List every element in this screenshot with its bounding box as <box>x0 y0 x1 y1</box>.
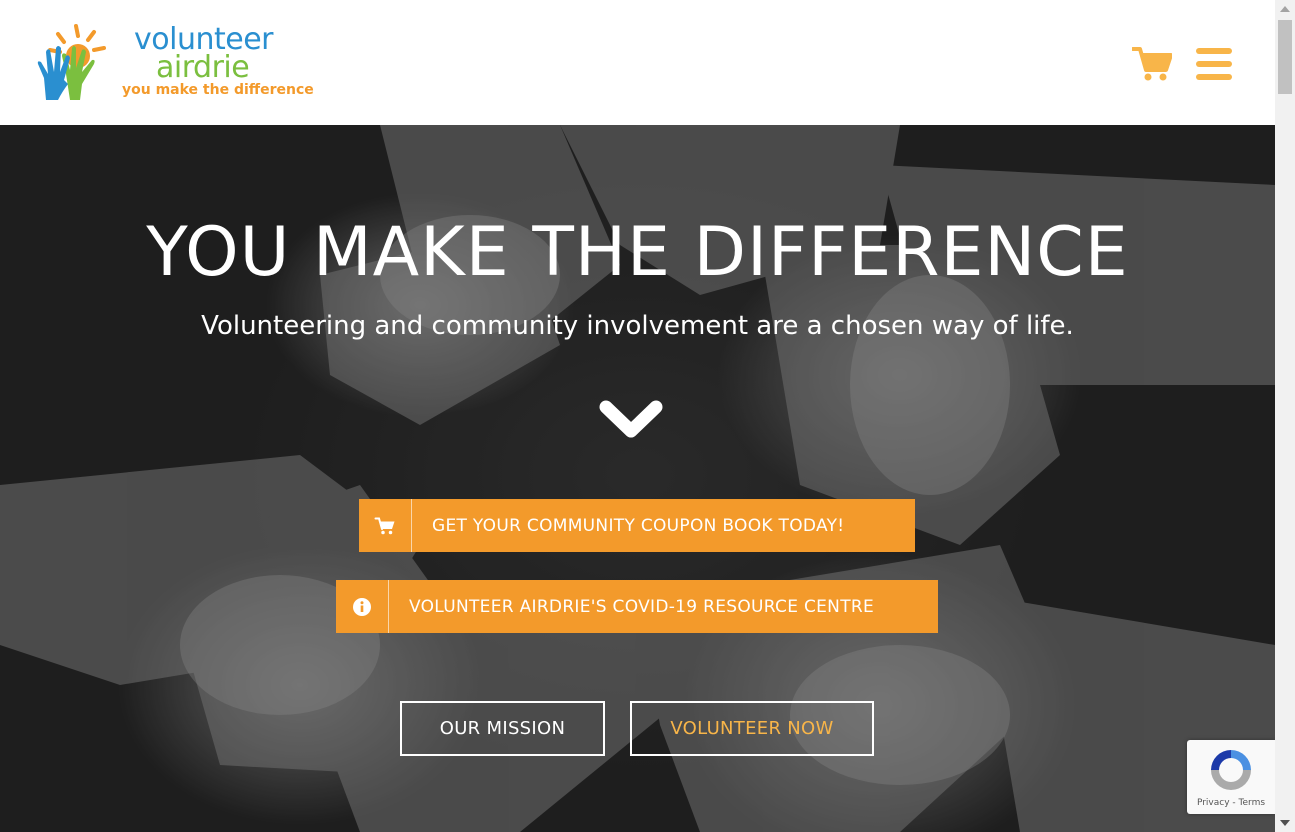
recaptcha-links: Privacy - Terms <box>1187 798 1275 808</box>
hero-section: YOU MAKE THE DIFFERENCE Volunteering and… <box>0 125 1275 832</box>
our-mission-button[interactable]: OUR MISSION <box>400 701 605 756</box>
coupon-book-label: GET YOUR COMMUNITY COUPON BOOK TODAY! <box>432 515 845 536</box>
shopping-cart-icon <box>359 499 412 552</box>
site-header: volunteer airdrie you make the differenc… <box>0 0 1275 125</box>
recaptcha-logo-icon <box>1211 750 1251 790</box>
scroll-down-arrow-icon[interactable] <box>1280 820 1290 826</box>
logo-tagline: you make the difference <box>122 82 314 98</box>
site-logo[interactable]: volunteer airdrie you make the differenc… <box>36 22 314 104</box>
recaptcha-badge[interactable]: Privacy - Terms <box>1187 740 1275 814</box>
recaptcha-privacy-link[interactable]: Privacy <box>1197 798 1230 808</box>
covid-resource-label: VOLUNTEER AIRDRIE'S COVID-19 RESOURCE CE… <box>409 596 875 617</box>
scrollbar-thumb[interactable] <box>1278 20 1292 94</box>
hamburger-menu-icon[interactable] <box>1196 48 1232 80</box>
logo-text-airdrie: airdrie <box>156 50 250 85</box>
hands-sun-logo-icon <box>37 24 106 100</box>
hero-subtitle: Volunteering and community involvement a… <box>201 311 1074 341</box>
coupon-book-button[interactable]: GET YOUR COMMUNITY COUPON BOOK TODAY! <box>359 499 915 552</box>
scroll-up-arrow-icon[interactable] <box>1280 6 1290 12</box>
shopping-cart-icon[interactable] <box>1132 46 1172 82</box>
recaptcha-terms-link[interactable]: Terms <box>1239 798 1266 808</box>
volunteer-now-button[interactable]: VOLUNTEER NOW <box>630 701 874 756</box>
info-circle-icon <box>336 580 389 633</box>
vertical-scrollbar[interactable] <box>1275 0 1295 832</box>
hero-title: YOU MAKE THE DIFFERENCE <box>146 213 1129 292</box>
recaptcha-separator: - <box>1229 798 1239 808</box>
chevron-down-icon[interactable] <box>598 397 664 445</box>
covid-resource-button[interactable]: VOLUNTEER AIRDRIE'S COVID-19 RESOURCE CE… <box>336 580 938 633</box>
